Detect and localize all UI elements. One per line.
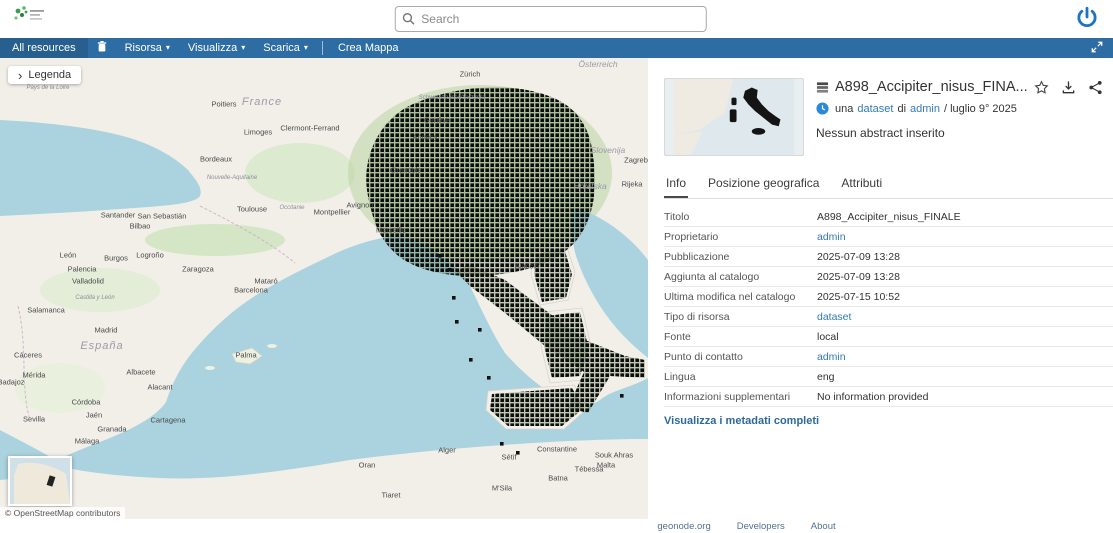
byline-prefix: una xyxy=(835,103,853,115)
map-canvas[interactable]: ZürichSchweiz/Suisse/SvizzeraÖsterreichS… xyxy=(0,58,648,519)
table-row: Ultima modifica nel catalogo2025-07-15 1… xyxy=(664,287,1113,307)
chevron-right-icon: › xyxy=(18,71,22,80)
footer-link-about[interactable]: About xyxy=(811,521,836,532)
row-label: Punto di contatto xyxy=(664,351,817,363)
byline-di: di xyxy=(897,103,906,115)
table-row: TitoloA898_Accipiter_nisus_FINALE xyxy=(664,207,1113,227)
row-value: 2025-07-09 13:28 xyxy=(817,251,900,263)
favorite-star-button[interactable] xyxy=(1034,80,1049,95)
share-button[interactable] xyxy=(1088,80,1103,95)
navbar-menu-visualizza[interactable]: Visualizza ▾ xyxy=(179,38,254,58)
trash-icon xyxy=(97,40,107,56)
row-label: Fonte xyxy=(664,331,817,343)
create-map-button[interactable]: Crea Mappa xyxy=(328,38,409,58)
panel-header-right: A898_Accipiter_nisus_FINA... xyxy=(816,78,1113,156)
chevron-down-icon: ▾ xyxy=(166,44,170,52)
row-label: Ultima modifica nel catalogo xyxy=(664,291,817,303)
table-row: Pubblicazione2025-07-09 13:28 xyxy=(664,247,1113,267)
footer-links: geonode.org Developers About xyxy=(190,519,1113,533)
abstract-text: Nessun abstract inserito xyxy=(816,126,1113,140)
resource-title: A898_Accipiter_nisus_FINA... xyxy=(835,79,1028,95)
legend-toggle-button[interactable]: › Legenda xyxy=(8,66,81,84)
dataset-icon xyxy=(816,81,829,94)
row-value: No information provided xyxy=(817,391,928,403)
main-content: ZürichSchweiz/Suisse/SvizzeraÖsterreichS… xyxy=(0,58,1113,519)
map-attribution: © OpenStreetMap contributors xyxy=(0,507,125,519)
row-value: A898_Accipiter_nisus_FINALE xyxy=(817,211,961,223)
table-row: Fontelocal xyxy=(664,327,1113,347)
title-actions xyxy=(1034,80,1113,95)
row-label: Proprietario xyxy=(664,231,817,243)
row-value[interactable]: admin xyxy=(817,231,846,243)
overview-minimap[interactable] xyxy=(8,456,72,506)
navbar: All resources Risorsa▾Visualizza▾Scarica… xyxy=(0,38,1113,58)
trash-icon-button[interactable] xyxy=(88,38,116,58)
table-row: Punto di contattoadmin xyxy=(664,347,1113,367)
search-input[interactable] xyxy=(394,6,706,32)
search-box xyxy=(394,6,706,32)
menu-label: Scarica xyxy=(263,42,300,54)
byline-date: / luglio 9° 2025 xyxy=(944,103,1017,115)
download-button[interactable] xyxy=(1061,80,1076,95)
row-value: eng xyxy=(817,371,835,383)
row-label: Pubblicazione xyxy=(664,251,817,263)
byline: una dataset di admin / luglio 9° 2025 xyxy=(816,102,1113,115)
full-metadata-link[interactable]: Visualizza i metadati completi xyxy=(664,415,819,427)
navbar-menu-scarica[interactable]: Scarica ▾ xyxy=(254,38,317,58)
row-value: 2025-07-15 10:52 xyxy=(817,291,900,303)
row-label: Aggiunta al catalogo xyxy=(664,271,817,283)
row-value[interactable]: admin xyxy=(817,351,846,363)
menu-label: Risorsa xyxy=(125,42,162,54)
table-row: Aggiunta al catalogo2025-07-09 13:28 xyxy=(664,267,1113,287)
top-header xyxy=(0,0,1113,38)
tab-info[interactable]: Info xyxy=(664,172,688,198)
byline-dataset-link[interactable]: dataset xyxy=(857,103,893,115)
table-row: Informazioni supplementariNo information… xyxy=(664,387,1113,407)
byline-owner-link[interactable]: admin xyxy=(910,103,940,115)
row-value[interactable]: dataset xyxy=(817,311,851,323)
info-table: TitoloA898_Accipiter_nisus_FINALEProprie… xyxy=(664,207,1113,407)
footer-link-geonode.org[interactable]: geonode.org xyxy=(657,521,710,532)
table-row: Tipo di risorsadataset xyxy=(664,307,1113,327)
tab-posizione-geografica[interactable]: Posizione geografica xyxy=(706,172,821,198)
row-label: Informazioni supplementari xyxy=(664,391,817,403)
row-label: Lingua xyxy=(664,371,817,383)
row-value: local xyxy=(817,331,839,343)
table-row: Proprietarioadmin xyxy=(664,227,1113,247)
detail-panel: × xyxy=(648,58,1113,519)
power-button[interactable] xyxy=(1073,5,1101,33)
tab-attributi[interactable]: Attributi xyxy=(839,172,884,198)
legend-label: Legenda xyxy=(28,69,71,81)
table-row: Linguaeng xyxy=(664,367,1113,387)
expand-icon-button[interactable] xyxy=(1081,38,1113,58)
title-row: A898_Accipiter_nisus_FINA... xyxy=(816,79,1113,95)
footer-link-developers[interactable]: Developers xyxy=(737,521,785,532)
row-label: Titolo xyxy=(664,211,817,223)
resource-type-icon xyxy=(816,102,829,115)
all-resources-button[interactable]: All resources xyxy=(0,38,88,58)
navbar-menu-risorsa[interactable]: Risorsa ▾ xyxy=(116,38,179,58)
row-value: 2025-07-09 13:28 xyxy=(817,271,900,283)
app-root: All resources Risorsa▾Visualizza▾Scarica… xyxy=(0,0,1113,533)
navbar-divider xyxy=(322,41,323,55)
row-label: Tipo di risorsa xyxy=(664,311,817,323)
navbar-menus: Risorsa ▾ Visualizza ▾ Scarica ▾ xyxy=(116,38,317,58)
resource-thumbnail xyxy=(664,78,804,156)
panel-tabs: Info Posizione geografica Attributi xyxy=(664,172,1113,199)
app-logo[interactable] xyxy=(12,4,52,34)
chevron-down-icon: ▾ xyxy=(304,44,308,52)
search-icon xyxy=(401,12,415,26)
menu-label: Visualizza xyxy=(188,42,237,54)
expand-icon xyxy=(1091,41,1103,56)
basemap xyxy=(0,58,648,519)
chevron-down-icon: ▾ xyxy=(241,44,245,52)
panel-header: A898_Accipiter_nisus_FINA... xyxy=(664,78,1113,156)
